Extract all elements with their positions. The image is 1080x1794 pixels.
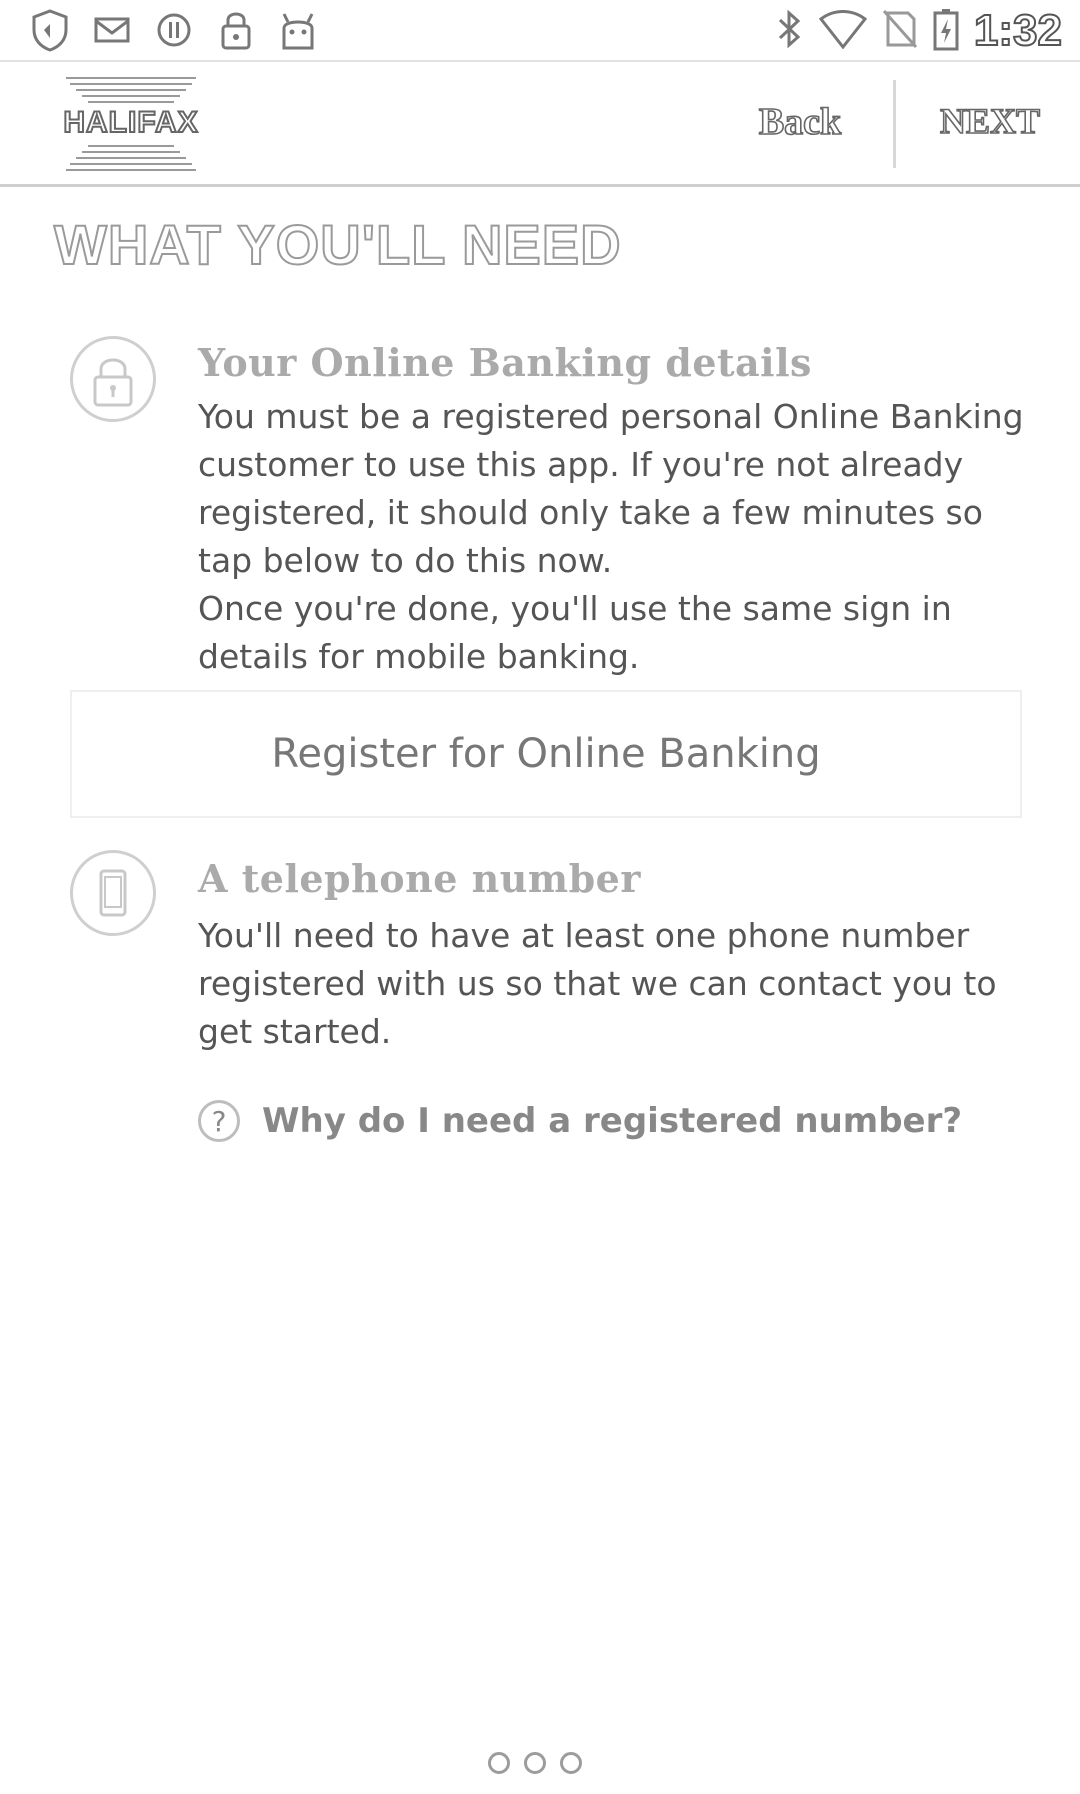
body-line: tap below to do this now.: [198, 541, 613, 580]
halifax-logo: HALIFAX: [36, 76, 226, 172]
section-title-online-banking: Your Online Banking details: [198, 340, 812, 385]
no-sim-icon: [882, 9, 918, 53]
header-separator: [893, 80, 896, 168]
status-time: 1:32: [973, 5, 1063, 56]
body-line: customer to use this app. If you're not …: [198, 445, 964, 484]
phone-icon: [70, 850, 156, 936]
help-link-text: Why do I need a registered number?: [262, 1101, 963, 1141]
android-icon: [276, 8, 320, 52]
section-body-online-banking: You must be a registered personal Online…: [198, 393, 1028, 681]
wifi-icon: [818, 9, 868, 53]
shield-icon: [28, 8, 72, 52]
body-line: registered with us so that we can contac…: [198, 964, 997, 1003]
next-button[interactable]: NEXT: [920, 100, 1060, 142]
bluetooth-icon: [774, 9, 804, 53]
status-bar-left-icons: [28, 8, 320, 52]
body-line: Once you're done, you'll use the same si…: [198, 589, 952, 628]
register-online-banking-button[interactable]: Register for Online Banking: [70, 690, 1022, 818]
body-line: You'll need to have at least one phone n…: [198, 916, 970, 955]
status-bar-right-icons: 1:32: [774, 5, 1063, 56]
page-title: WHAT YOU'LL NEED: [53, 212, 622, 277]
battery-icon: [932, 7, 960, 55]
status-bar: 1:32: [0, 0, 1080, 60]
page-dot-3[interactable]: [560, 1752, 582, 1774]
body-line: You must be a registered personal Online…: [198, 397, 1024, 436]
lock-icon: [214, 8, 258, 52]
logo-text: HALIFAX: [62, 105, 199, 140]
section-title-telephone: A telephone number: [198, 856, 641, 901]
circle-icon: [152, 8, 196, 52]
page-dot-1[interactable]: [488, 1752, 510, 1774]
body-line: details for mobile banking.: [198, 637, 640, 676]
section-body-telephone: You'll need to have at least one phone n…: [198, 912, 1028, 1056]
body-line: get started.: [198, 1012, 392, 1051]
padlock-icon: [70, 336, 156, 422]
page-indicator: [488, 1752, 582, 1774]
app-header: HALIFAX Back NEXT: [0, 62, 1080, 184]
why-registered-number-link[interactable]: ? Why do I need a registered number?: [198, 1100, 962, 1142]
body-line: registered, it should only take a few mi…: [198, 493, 983, 532]
question-icon: ?: [198, 1100, 240, 1142]
header-divider: [0, 184, 1080, 187]
page-dot-2[interactable]: [524, 1752, 546, 1774]
mail-icon: [90, 8, 134, 52]
back-button[interactable]: Back: [730, 100, 870, 144]
